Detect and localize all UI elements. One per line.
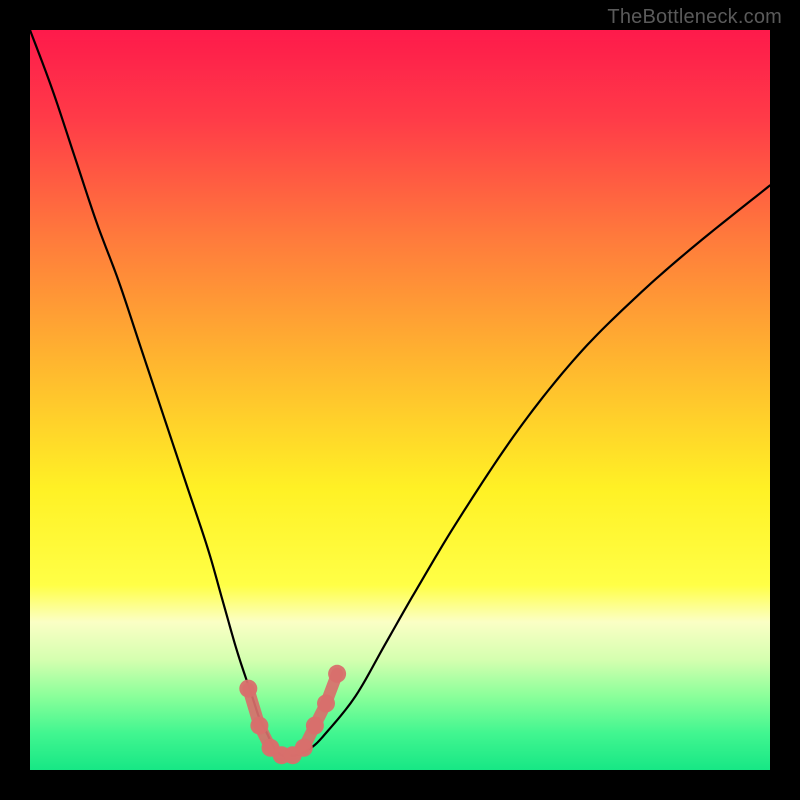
watermark-text: TheBottleneck.com bbox=[607, 6, 782, 29]
plot-area bbox=[30, 30, 770, 770]
chart-frame: TheBottleneck.com bbox=[0, 0, 800, 800]
chart-svg bbox=[30, 30, 770, 770]
bottleneck-curve bbox=[30, 30, 770, 756]
highlight-markers bbox=[239, 665, 346, 764]
